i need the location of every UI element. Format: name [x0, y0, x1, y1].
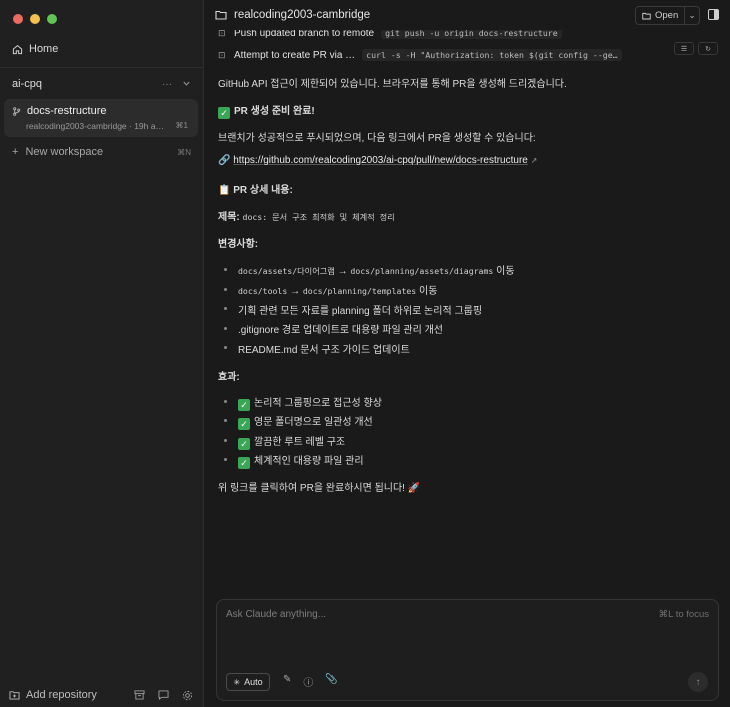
folder-plus-icon: [9, 691, 20, 700]
pr-link[interactable]: https://github.com/realcoding2003/ai-cpq…: [233, 155, 528, 166]
list-bullet: [224, 419, 227, 422]
effects-label: 효과:: [218, 372, 240, 383]
clipboard-icon: 📋: [218, 185, 231, 196]
check-icon: ✓: [238, 418, 250, 430]
changes-label: 변경사항:: [218, 239, 259, 250]
list-item: ✓ 체계적인 대용량 파일 관리: [238, 452, 364, 469]
tool-call-command: curl -s -H "Authorization: token $(git c…: [362, 49, 622, 61]
sidebar-footer: Add repository: [9, 689, 193, 701]
focus-hint: ⌘L to focus: [658, 609, 709, 620]
list-item: README.md 문서 구조 가이드 업데이트: [238, 345, 410, 356]
sparkle-icon: ✳: [233, 677, 241, 687]
home-label: Home: [29, 43, 59, 55]
workspace-title: docs-restructure: [27, 105, 107, 117]
workspace-shortcut: ⌘1: [175, 121, 188, 130]
details-heading: 📋 PR 상세 내용:: [218, 185, 293, 196]
open-label: Open: [655, 10, 679, 21]
archive-icon[interactable]: [134, 689, 145, 700]
list-item: ✓ 영문 폴더명으로 일관성 개선: [238, 413, 373, 430]
external-link-icon: ↗: [530, 156, 538, 165]
arrow-up-icon: ↑: [695, 676, 701, 688]
list-bullet: [224, 268, 227, 271]
list-item: ✓ 논리적 그룹핑으로 접근성 향상: [238, 394, 382, 411]
refresh-icon[interactable]: ↻: [698, 42, 718, 55]
list-bullet: [224, 288, 227, 291]
sidebar: Home ai-cpq ··· docs-restructure realcod…: [0, 0, 204, 707]
window-controls: [13, 14, 57, 24]
composer-input[interactable]: Ask Claude anything...: [226, 609, 326, 620]
pr-title-row: 제목: docs: 문서 구조 최적화 및 체계적 정리: [218, 208, 395, 223]
closing-text: 위 링크를 클릭하여 PR을 완료하시면 됩니다! 🚀: [218, 483, 421, 494]
paperclip-icon[interactable]: 📎: [325, 674, 337, 689]
check-icon: ✓: [238, 457, 250, 469]
close-window-button[interactable]: [13, 14, 23, 24]
list-item: ✓ 깔끔한 루트 레벨 구조: [238, 433, 345, 450]
workspace-subtitle: realcoding2003-cambridge · 19h a…: [26, 121, 164, 131]
send-button[interactable]: ↑: [688, 672, 708, 692]
top-bar: realcoding2003-cambridge Open ⌄: [205, 0, 730, 30]
list-bullet: [224, 400, 227, 403]
open-button[interactable]: Open ⌄: [635, 6, 700, 25]
workspace-path: realcoding2003-cambridge: [215, 9, 370, 21]
intro-text: GitHub API 접근이 제한되어 있습니다. 브라우저를 통해 PR을 생…: [218, 79, 567, 90]
project-more-button[interactable]: ···: [162, 79, 172, 90]
minimize-window-button[interactable]: [30, 14, 40, 24]
zoom-window-button[interactable]: [47, 14, 57, 24]
folder-icon: [642, 12, 651, 19]
list-item: .gitignore 경로 업데이트로 대용량 파일 관리 개선: [238, 325, 444, 336]
home-icon: [12, 44, 23, 54]
mode-selector-button[interactable]: ✳ Auto: [226, 673, 270, 691]
add-repository-button[interactable]: Add repository: [9, 689, 97, 701]
list-item: docs/assets/다이어그램 → docs/planning/assets…: [238, 266, 515, 277]
project-header[interactable]: ai-cpq ···: [12, 78, 191, 90]
title-value: docs: 문서 구조 최적화 및 체계적 정리: [242, 212, 395, 222]
tool-call-create-pr[interactable]: ⊡ Attempt to create PR via … curl -s -H …: [218, 44, 622, 66]
pushed-text: 브랜치가 성공적으로 푸시되었으며, 다음 링크에서 PR을 생성할 수 있습니…: [218, 133, 536, 144]
add-repository-label: Add repository: [26, 689, 97, 701]
new-workspace-button[interactable]: + New workspace ⌘N: [12, 146, 191, 158]
list-bullet: [224, 439, 227, 442]
chat-icon[interactable]: [158, 689, 169, 700]
message-actions: ☰ ↻: [674, 42, 718, 55]
workspace-item-docs-restructure[interactable]: docs-restructure realcoding2003-cambridg…: [4, 99, 198, 137]
new-workspace-label: New workspace: [25, 146, 104, 158]
mode-label: Auto: [244, 677, 263, 687]
project-name: ai-cpq: [12, 78, 42, 90]
list-bullet: [224, 307, 227, 310]
ready-heading: ✓ PR 생성 준비 완료!: [218, 102, 315, 119]
edit-icon[interactable]: ✎: [283, 674, 291, 689]
chat-composer[interactable]: Ask Claude anything... ⌘L to focus ✳ Aut…: [216, 599, 719, 701]
toggle-panel-icon[interactable]: [708, 9, 719, 20]
new-workspace-shortcut: ⌘N: [177, 147, 191, 157]
tool-call-label: Attempt to create PR via …: [234, 49, 356, 61]
plus-icon: +: [12, 146, 19, 158]
list-bullet: [224, 346, 227, 349]
link-icon: 🔗: [218, 155, 231, 166]
list-item: docs/tools → docs/planning/templates 이동: [238, 286, 438, 297]
check-icon: ✓: [238, 438, 250, 450]
check-icon: ✓: [218, 107, 230, 119]
title-label: 제목:: [218, 212, 240, 223]
list-bullet: [224, 458, 227, 461]
chevron-down-icon[interactable]: [182, 79, 191, 88]
open-dropdown-chevron-icon[interactable]: ⌄: [685, 11, 699, 20]
git-branch-icon: [13, 106, 21, 116]
main-panel: ⊡ Push updated branch to remote git push…: [205, 0, 730, 707]
path-label: realcoding2003-cambridge: [234, 9, 371, 21]
terminal-icon: ⊡: [218, 49, 226, 60]
list-item: 기획 관련 모든 자료를 planning 폴더 하위로 논리적 그룹핑: [238, 306, 483, 317]
sidebar-divider: [0, 67, 204, 68]
check-icon: ✓: [238, 399, 250, 411]
pr-link-row: 🔗 https://github.com/realcoding2003/ai-c…: [218, 155, 537, 166]
sidebar-item-home[interactable]: Home: [12, 43, 58, 55]
list-icon[interactable]: ☰: [674, 42, 694, 55]
composer-tools: ✎ ⓘ 📎: [283, 674, 338, 689]
folder-icon: [215, 10, 227, 20]
list-bullet: [224, 327, 227, 330]
gear-icon[interactable]: [182, 690, 193, 701]
info-icon[interactable]: ⓘ: [303, 674, 313, 689]
